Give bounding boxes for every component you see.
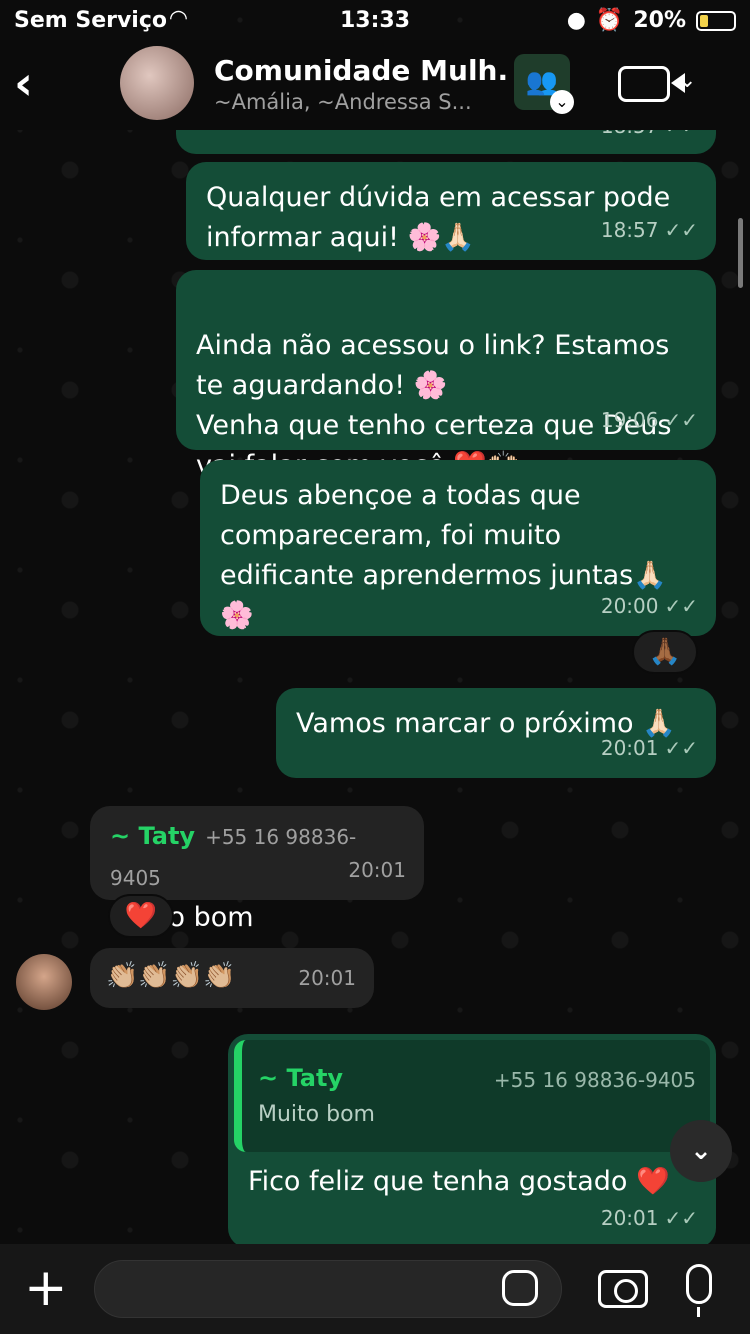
message-bubble[interactable]: ~ Taty +55 16 98836-9405 Muito bom 20:01 bbox=[90, 806, 424, 933]
message-bubble[interactable]: 👏🏼👏🏼👏🏼👏🏼 20:01 bbox=[90, 948, 374, 1008]
quoted-text: Muito bom bbox=[258, 1102, 375, 1127]
video-call-icon[interactable] bbox=[618, 66, 685, 102]
battery-percent: 20% bbox=[633, 8, 686, 33]
scroll-to-bottom-button[interactable]: ⌄ bbox=[670, 1120, 732, 1182]
message-text: Fico feliz que tenha gostado ❤️ bbox=[248, 1166, 670, 1197]
composer-bar: + bbox=[0, 1244, 750, 1334]
camera-icon[interactable] bbox=[598, 1270, 648, 1308]
message-reaction[interactable]: ❤️ bbox=[108, 894, 174, 938]
message-time: 20:01 bbox=[298, 966, 356, 990]
message-input[interactable] bbox=[94, 1260, 562, 1318]
message-bubble[interactable]: Deus abençoe a todas que compareceram, f… bbox=[200, 460, 716, 636]
quoted-message[interactable]: ~ Taty +55 16 98836-9405 Muito bom bbox=[234, 1040, 710, 1152]
chat-header-overlay: ‹ Comunidade Mulh... ~Amália, ~Andressa … bbox=[0, 40, 750, 130]
chevron-down-icon: ⌄ bbox=[550, 90, 574, 114]
attach-plus-icon[interactable]: + bbox=[24, 1262, 68, 1314]
microphone-icon[interactable] bbox=[686, 1264, 712, 1317]
message-time: 20:01 bbox=[348, 858, 406, 882]
message-time: 18:57✓✓ bbox=[600, 218, 698, 242]
group-title[interactable]: Comunidade Mulh... bbox=[214, 54, 510, 87]
user-icon: ● bbox=[566, 8, 586, 33]
community-icon[interactable]: 👥⌄ bbox=[514, 54, 574, 114]
message-time: 19:06 ✓✓ bbox=[600, 408, 698, 432]
group-members[interactable]: ~Amália, ~Andressa S... bbox=[214, 90, 510, 114]
message-bubble[interactable]: Vamos marcar o próximo 🙏🏻 20:01 ✓✓ bbox=[276, 688, 716, 778]
video-chevron-icon[interactable]: ⌄ bbox=[678, 68, 696, 93]
message-reaction[interactable]: 🙏🏾 bbox=[632, 630, 698, 674]
group-avatar[interactable] bbox=[120, 46, 194, 120]
message-bubble[interactable]: Ainda não acessou o link? Estamos te agu… bbox=[176, 270, 716, 481]
scrollbar[interactable] bbox=[738, 218, 743, 288]
message-bubble[interactable]: Qualquer dúvida em acessar pode informar… bbox=[186, 162, 716, 260]
sender-avatar[interactable] bbox=[16, 954, 72, 1010]
clock: 13:33 bbox=[340, 8, 411, 33]
message-time: 20:01 ✓✓ bbox=[600, 1206, 698, 1230]
sender-name[interactable]: ~ Taty bbox=[110, 822, 195, 850]
message-time: 20:00 ✓✓ bbox=[600, 594, 698, 618]
quoted-phone: +55 16 98836-9405 bbox=[493, 1068, 696, 1092]
message-time: 20:01 ✓✓ bbox=[600, 736, 698, 760]
alarm-icon: ⏰ bbox=[595, 8, 624, 33]
battery-icon bbox=[696, 10, 736, 31]
status-bar: Sem Serviço ◠ 13:33 ● ⏰ 20% bbox=[0, 0, 750, 40]
sticker-icon[interactable] bbox=[502, 1270, 538, 1306]
carrier-label: Sem Serviço bbox=[14, 8, 168, 33]
wifi-icon: ◠ bbox=[170, 6, 187, 31]
back-icon[interactable]: ‹ bbox=[14, 60, 33, 106]
